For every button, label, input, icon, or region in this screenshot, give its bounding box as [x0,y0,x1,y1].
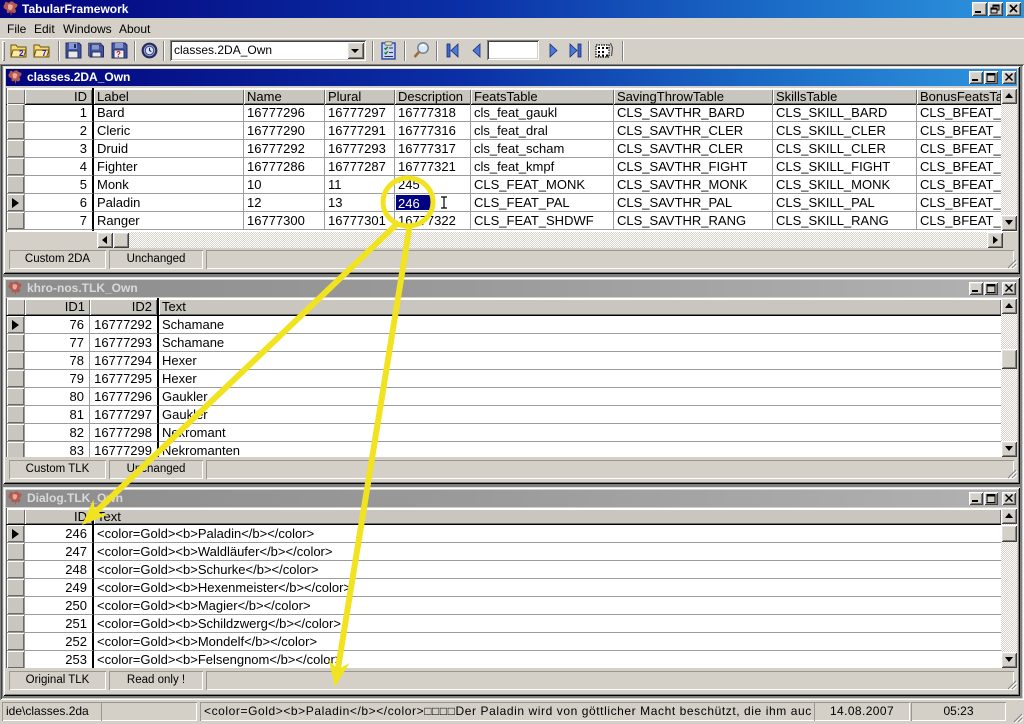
svg-text:?: ? [116,50,121,59]
svg-text:7: 7 [42,49,47,58]
svg-text:2: 2 [19,49,24,58]
